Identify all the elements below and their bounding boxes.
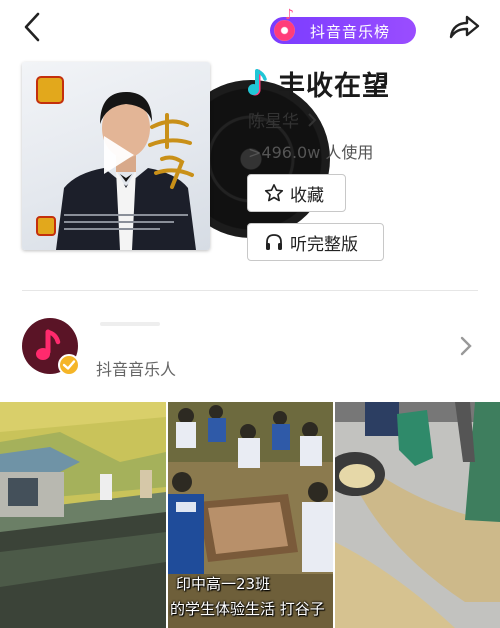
share-button[interactable]	[446, 12, 482, 42]
chevron-left-icon	[24, 12, 40, 42]
video-caption-line: 印中高一23班	[176, 575, 271, 593]
chart-badge-label: 抖音音乐榜	[310, 23, 391, 41]
favorite-label: 收藏	[290, 185, 324, 206]
verified-badge-icon	[58, 354, 80, 376]
creator-avatar[interactable]	[22, 318, 82, 378]
star-outline-icon	[264, 184, 284, 202]
back-button[interactable]	[18, 10, 50, 44]
calligraphy-title	[148, 113, 194, 189]
full-version-label: 听完整版	[290, 234, 358, 255]
full-version-button[interactable]: 听完整版	[247, 223, 384, 261]
song-title: 丰收在望	[246, 63, 390, 103]
chevron-right-icon[interactable]	[460, 336, 472, 356]
music-note-icon	[248, 69, 267, 96]
rice-field-scene	[0, 402, 166, 628]
creator-name[interactable]: 抖音音乐人	[96, 356, 176, 380]
video-caption-line: 的学生体验生活 打谷子	[170, 600, 325, 618]
music-note-icon: ♪	[285, 7, 294, 23]
video-thumbnail[interactable]	[0, 402, 166, 628]
artist-name: 陈星华	[248, 112, 299, 132]
favorite-button[interactable]: 收藏	[247, 174, 346, 212]
video-grid: 印中高一23班 的学生体验生活 打谷子	[0, 402, 500, 628]
share-arrow-icon	[449, 15, 480, 39]
section-divider	[22, 290, 478, 291]
video-thumbnail[interactable]	[335, 402, 500, 628]
song-title-text: 丰收在望	[278, 70, 390, 102]
students-threshing-scene	[168, 402, 333, 628]
album-fine-print	[64, 214, 188, 230]
usage-count: >496.0w 人使用	[248, 143, 374, 162]
music-chart-badge[interactable]: ♪ 抖音音乐榜	[270, 7, 416, 44]
grain-drying-scene	[335, 402, 500, 628]
record-disc-icon	[274, 20, 295, 41]
video-thumbnail[interactable]: 印中高一23班 的学生体验生活 打谷子	[168, 402, 333, 628]
artist-link[interactable]: 陈星华	[248, 107, 317, 132]
headphones-icon	[266, 234, 282, 250]
play-icon[interactable]	[104, 136, 134, 174]
masked-username	[100, 322, 160, 326]
album-cover[interactable]	[22, 62, 210, 250]
chevron-right-icon	[308, 112, 317, 127]
label-logo-small	[36, 216, 56, 236]
